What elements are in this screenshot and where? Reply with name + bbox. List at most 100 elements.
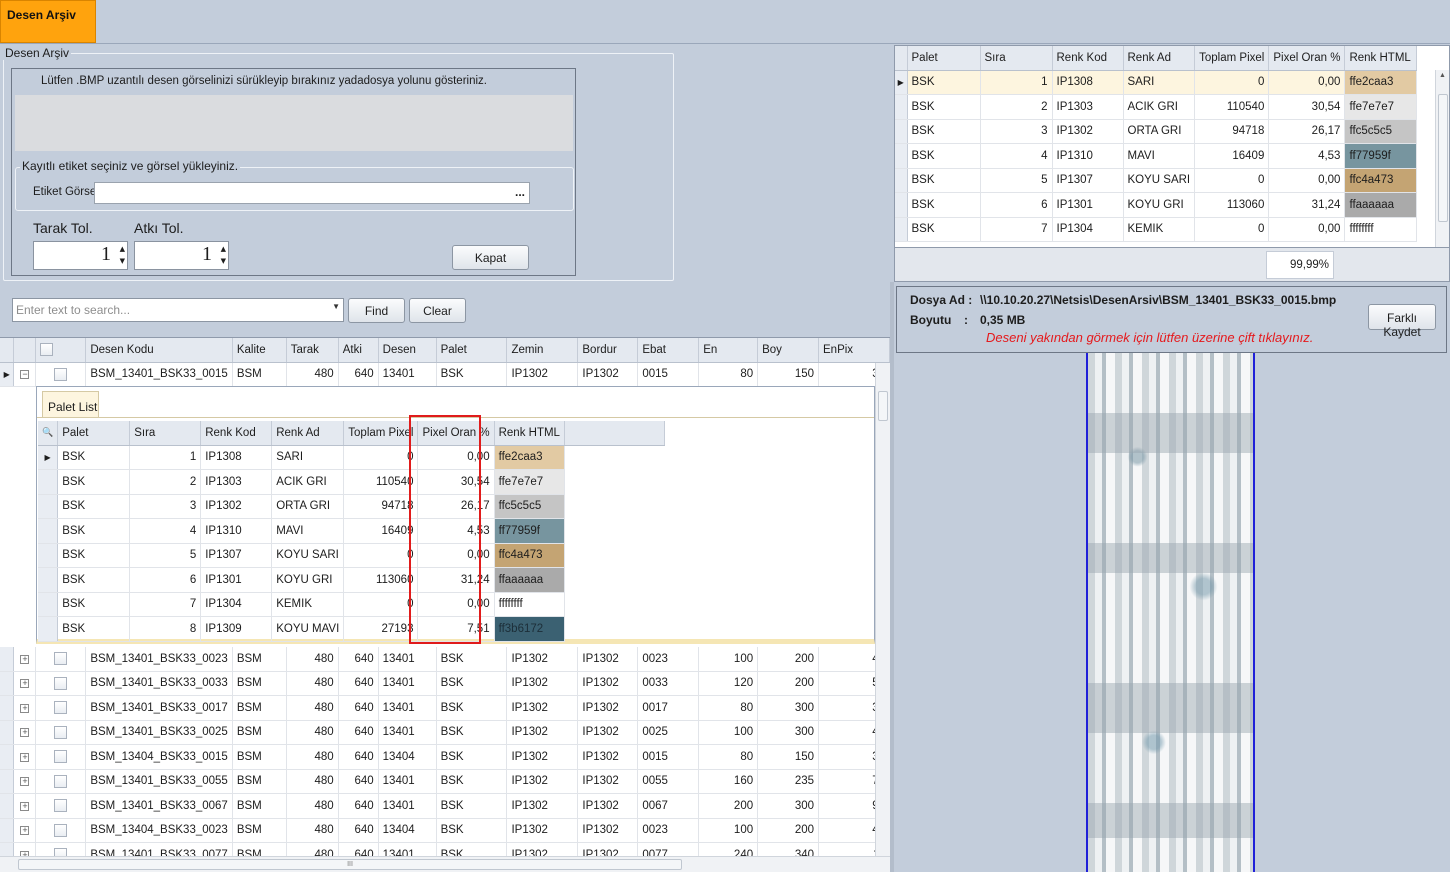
- cell-desen[interactable]: 13401: [378, 362, 437, 387]
- cell-en[interactable]: 200: [698, 793, 759, 819]
- expand-icon[interactable]: +: [20, 728, 30, 738]
- etiket-input[interactable]: ...: [94, 182, 530, 204]
- cell-sira[interactable]: 7: [129, 592, 202, 617]
- cell-ebat[interactable]: 0033: [637, 671, 700, 696]
- cell-ad[interactable]: KOYU SARI: [1123, 168, 1196, 193]
- cell-boy[interactable]: 200: [757, 671, 819, 696]
- cell-ebat[interactable]: 0067: [637, 793, 700, 819]
- column-header[interactable]: Ebat: [637, 338, 700, 363]
- select-cell[interactable]: [35, 818, 87, 843]
- cell-boy[interactable]: 300: [757, 793, 819, 819]
- cell-sira[interactable]: 8: [129, 616, 202, 642]
- cell-desen[interactable]: 13401: [378, 769, 437, 794]
- cell-sira[interactable]: 1: [980, 70, 1053, 95]
- cell-en[interactable]: 160: [698, 769, 759, 794]
- spin-arrows-icon[interactable]: ▲ ▼: [221, 243, 226, 267]
- cell-atki[interactable]: 640: [338, 646, 379, 672]
- cell-en[interactable]: 100: [698, 818, 759, 843]
- table-row[interactable]: ▶ − BSM_13401_BSK33_0015 BSM 480 640 13401 BSK I…: [0, 362, 890, 387]
- expand-icon[interactable]: +: [20, 679, 30, 689]
- cell-pixel[interactable]: 16409: [343, 518, 419, 544]
- pattern-preview-image[interactable]: [1086, 353, 1255, 872]
- cell-kalite[interactable]: BSM: [232, 671, 287, 696]
- cell-tarak[interactable]: 480: [286, 362, 339, 387]
- cell-html[interactable]: ffe7e7e7: [494, 469, 565, 495]
- cell-atki[interactable]: 640: [338, 720, 379, 745]
- row-indicator[interactable]: [38, 518, 59, 544]
- cell-ebat[interactable]: 0055: [637, 769, 700, 794]
- expand-icon[interactable]: +: [20, 752, 30, 762]
- cell-ad[interactable]: MAVI: [271, 518, 345, 544]
- expand-cell[interactable]: −: [13, 362, 37, 387]
- cell-palet[interactable]: BSK: [907, 143, 981, 169]
- cell-ebat[interactable]: 0023: [637, 818, 700, 843]
- row-indicator[interactable]: ▶: [0, 362, 15, 387]
- table-row[interactable]: BSK 2 IP1303 ACIK GRI 110540 30,54 ffe7e7e7: [895, 94, 1418, 120]
- row-indicator[interactable]: [0, 793, 15, 819]
- scroll-thumb[interactable]: III: [18, 859, 682, 870]
- cell-bordur[interactable]: IP1302: [577, 362, 639, 387]
- column-header[interactable]: Bordur: [577, 338, 639, 363]
- cell-desen[interactable]: 13401: [378, 720, 437, 745]
- row-indicator[interactable]: [0, 818, 15, 843]
- column-header[interactable]: Renk Ad: [271, 421, 345, 446]
- row-indicator[interactable]: [895, 217, 908, 242]
- table-row[interactable]: + BSM_13401_BSK33_0017 BSM 480 640 13401 BSK IP…: [0, 695, 890, 721]
- table-row[interactable]: + BSM_13404_BSK33_0015 BSM 480 640 13404 BSK IP…: [0, 744, 890, 770]
- row-indicator[interactable]: [38, 543, 59, 568]
- cell-palet[interactable]: BSK: [57, 518, 131, 544]
- expand-cell[interactable]: +: [13, 793, 37, 819]
- cell-kod[interactable]: IP1302: [200, 494, 273, 519]
- cell-bordur[interactable]: IP1302: [577, 695, 639, 721]
- column-header[interactable]: Renk Kod: [200, 421, 273, 446]
- cell-sira[interactable]: 4: [129, 518, 202, 544]
- cell-tarak[interactable]: 480: [286, 720, 339, 745]
- table-row[interactable]: BSK 6 IP1301 KOYU GRI 113060 31,24 ffaaaaaa: [895, 192, 1418, 218]
- etiket-browse-button[interactable]: ...: [515, 185, 525, 199]
- cell-zemin[interactable]: IP1302: [506, 720, 579, 745]
- cell-desen-kodu[interactable]: BSM_13401_BSK33_0015: [85, 362, 233, 387]
- column-header[interactable]: Zemin: [506, 338, 579, 363]
- cell-en[interactable]: 80: [698, 362, 759, 387]
- cell-palet[interactable]: BSK: [57, 469, 131, 495]
- table-row[interactable]: + BSM_13404_BSK33_0023 BSM 480 640 13404 BSK IP…: [0, 818, 890, 843]
- expand-icon[interactable]: +: [20, 777, 30, 787]
- row-indicator[interactable]: [895, 119, 908, 144]
- cell-kod[interactable]: IP1301: [200, 567, 273, 593]
- cell-kalite[interactable]: BSM: [232, 769, 287, 794]
- cell-en[interactable]: 100: [698, 720, 759, 745]
- cell-pixel[interactable]: 110540: [1194, 94, 1270, 120]
- tarak-tol-spinner[interactable]: 1 ▲ ▼: [33, 241, 128, 270]
- cell-ad[interactable]: ORTA GRI: [271, 494, 345, 519]
- cell-palet[interactable]: BSK: [436, 793, 508, 819]
- cell-kod[interactable]: IP1309: [200, 616, 273, 642]
- cell-pixel[interactable]: 16409: [1194, 143, 1270, 169]
- cell-desen-kodu[interactable]: BSM_13401_BSK33_0033: [85, 671, 233, 696]
- column-header[interactable]: Renk HTML: [494, 421, 565, 446]
- pattern-grid-hscroll[interactable]: III: [0, 856, 890, 872]
- cell-boy[interactable]: 235: [757, 769, 819, 794]
- row-indicator[interactable]: [0, 769, 15, 794]
- row-checkbox[interactable]: [54, 750, 68, 764]
- cell-html[interactable]: ff77959f: [494, 518, 565, 544]
- cell-html[interactable]: ffffffff: [1344, 217, 1418, 242]
- column-header[interactable]: Renk Kod: [1052, 46, 1124, 71]
- cell-palet[interactable]: BSK: [57, 616, 131, 642]
- cell-palet[interactable]: BSK: [907, 217, 981, 242]
- cell-sira[interactable]: 5: [980, 168, 1053, 193]
- find-button[interactable]: Find: [348, 298, 405, 323]
- save-as-button[interactable]: Farklı Kaydet: [1368, 304, 1436, 339]
- cell-pixel[interactable]: 94718: [1194, 119, 1270, 144]
- cell-bordur[interactable]: IP1302: [577, 720, 639, 745]
- expand-icon[interactable]: +: [20, 826, 30, 836]
- cell-bordur[interactable]: IP1302: [577, 818, 639, 843]
- cell-palet[interactable]: BSK: [57, 494, 131, 519]
- column-header[interactable]: Desen Kodu: [85, 338, 233, 363]
- cell-html[interactable]: ffc5c5c5: [494, 494, 565, 519]
- cell-oran[interactable]: 0,00: [1268, 217, 1346, 242]
- row-checkbox[interactable]: [54, 799, 68, 813]
- table-row[interactable]: ▶ BSK 1 IP1308 SARI 0 0,00 ffe2caa3: [38, 445, 664, 470]
- cell-desen[interactable]: 13401: [378, 793, 437, 819]
- table-row[interactable]: BSK 6 IP1301 KOYU GRI 113060 31,24 ffaaaaaa: [38, 567, 664, 593]
- expand-cell[interactable]: +: [13, 769, 37, 794]
